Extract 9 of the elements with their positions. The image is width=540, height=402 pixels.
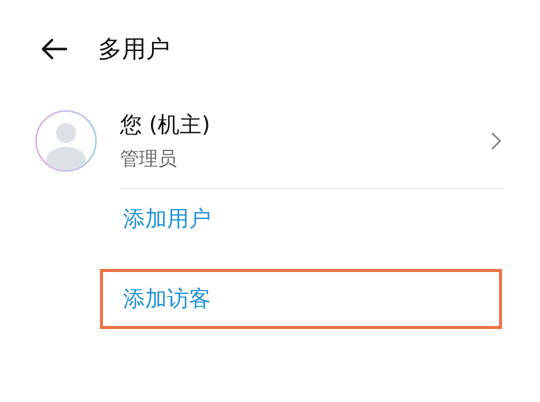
user-name: 您 (机主): [120, 112, 212, 140]
avatar-icon: [35, 110, 97, 172]
action-link[interactable]: 添加用户: [123, 204, 211, 234]
page-title: 多用户: [98, 34, 170, 65]
user-role: 管理员: [120, 147, 178, 172]
action-link[interactable]: 添加访客: [123, 284, 211, 314]
back-icon[interactable]: [40, 38, 68, 60]
user-row[interactable]: 您 (机主) 管理员: [35, 98, 502, 184]
chevron-right-icon: [490, 131, 502, 151]
